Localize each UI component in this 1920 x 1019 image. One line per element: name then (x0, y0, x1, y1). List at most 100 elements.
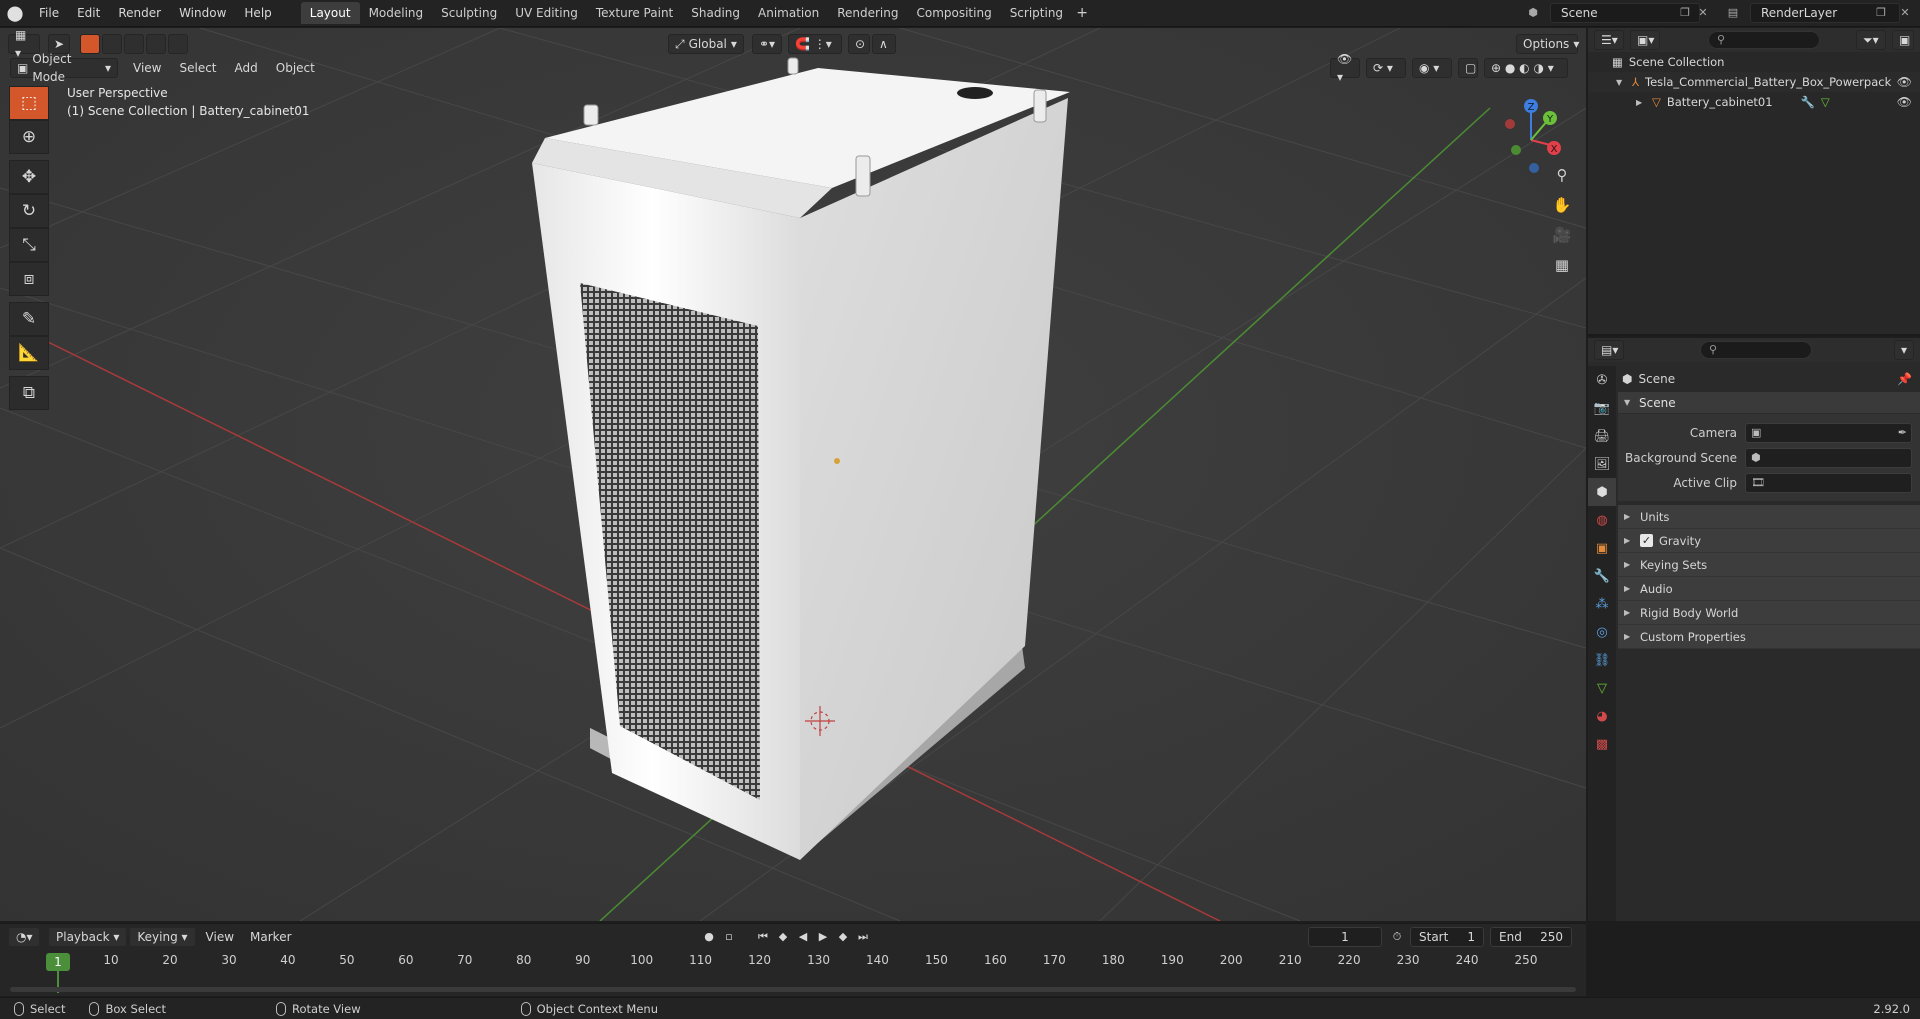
menu-help[interactable]: Help (235, 2, 280, 24)
rotate-tool-icon[interactable]: ↻ (9, 194, 49, 228)
next-keyframe-icon[interactable]: ◆ (834, 927, 852, 947)
scene-selector-icon[interactable]: ⬢ (1524, 4, 1542, 22)
view-layer-selector-icon[interactable]: ▤ (1724, 4, 1742, 22)
modifier-tab-icon[interactable]: 🔧 (1588, 562, 1616, 590)
eye-icon[interactable]: 👁 (1897, 75, 1912, 89)
expand-arrow-icon[interactable]: ▼ (1616, 78, 1626, 87)
texture-tab-icon[interactable]: ▩ (1588, 730, 1616, 758)
menu-window[interactable]: Window (170, 2, 235, 24)
material-tab-icon[interactable]: ◕ (1588, 702, 1616, 730)
pan-hand-icon[interactable]: ✋ (1549, 192, 1575, 218)
prev-keyframe-icon[interactable]: ◆ (774, 927, 792, 947)
data-tab-icon[interactable]: ▽ (1588, 674, 1616, 702)
camera-view-icon[interactable]: 🎥 (1549, 222, 1575, 248)
scene-tab-icon[interactable]: ⬢ (1588, 478, 1616, 506)
physics-tab-icon[interactable]: ◎ (1588, 618, 1616, 646)
scale-tool-icon[interactable]: ⤡ (9, 228, 49, 262)
outliner-editor-type-icon[interactable]: ☰▾ (1594, 30, 1624, 50)
constraints-tab-icon[interactable]: ⛓ (1588, 646, 1616, 674)
filter-icon[interactable]: ⏷▾ (1856, 30, 1886, 50)
jump-end-icon[interactable]: ⏭ (854, 927, 872, 947)
zoom-icon[interactable]: ⚲ (1549, 162, 1575, 188)
camera-field[interactable]: ▣ ✒ (1745, 422, 1912, 443)
tab-layout[interactable]: Layout (300, 2, 360, 24)
modifier-wrench-icon[interactable]: 🔧 (1801, 95, 1815, 109)
start-frame-field[interactable]: Start 1 (1410, 927, 1484, 947)
units-panel-header[interactable]: ▶ Units (1618, 505, 1920, 529)
timeline-scrollbar[interactable] (10, 987, 1576, 992)
play-icon[interactable]: ▶ (814, 927, 832, 947)
mesh-data-icon[interactable]: ▽ (1821, 95, 1830, 109)
menu-file[interactable]: File (30, 2, 68, 24)
outliner-row-object[interactable]: ▶ ▽ Battery_cabinet01 🔧 ▽ 👁 (1588, 92, 1920, 112)
delete-view-layer-icon[interactable]: ✕ (1896, 4, 1914, 22)
auto-key-options-icon[interactable]: ▫ (720, 927, 738, 947)
eye-icon[interactable]: 👁 (1897, 95, 1912, 109)
overlay-toggle[interactable]: ◉ ▾ (1412, 58, 1452, 78)
collapse-arrow-icon[interactable]: ▶ (1636, 98, 1646, 107)
transform-orientation-dropdown[interactable]: ⤢ Global ▾ (668, 34, 744, 54)
particles-tab-icon[interactable]: ⁂ (1588, 590, 1616, 618)
add-workspace-button[interactable]: + (1072, 2, 1092, 24)
object-mode-dropdown[interactable]: ▣ Object Mode ▾ (10, 52, 118, 84)
timeline-editor-type-icon[interactable]: ◔▾ (8, 927, 40, 947)
new-view-layer-icon[interactable]: ❐ (1872, 4, 1890, 22)
viewport-menu-select[interactable]: Select (170, 58, 225, 78)
visibility-dropdown[interactable]: 👁▾ (1330, 52, 1360, 84)
current-frame-marker[interactable]: 1 (46, 953, 70, 971)
gravity-checkbox[interactable]: ✓ (1640, 534, 1653, 547)
object-tab-icon[interactable]: ▣ (1588, 534, 1616, 562)
gizmo-neg-y[interactable] (1511, 145, 1521, 155)
custom-properties-panel-header[interactable]: ▶ Custom Properties (1618, 625, 1920, 649)
end-frame-field[interactable]: End 250 (1490, 927, 1572, 947)
measure-tool-icon[interactable]: 📐 (9, 336, 49, 370)
playback-dropdown[interactable]: Playback ▾ (48, 927, 128, 947)
record-icon[interactable]: ● (700, 927, 718, 947)
outliner-row-collection[interactable]: ▼ ⅄ Tesla_Commercial_Battery_Box_Powerpa… (1588, 72, 1920, 92)
mode-extend-icon[interactable] (102, 34, 122, 54)
tab-animation[interactable]: Animation (749, 2, 828, 24)
blender-logo-icon[interactable]: ⬤ (0, 0, 30, 27)
outliner-row-scene-collection[interactable]: ▦ Scene Collection (1588, 52, 1920, 72)
proportional-edit-icon[interactable]: ⊙ (848, 34, 870, 54)
keying-dropdown[interactable]: Keying ▾ (129, 927, 196, 947)
menu-edit[interactable]: Edit (68, 2, 109, 24)
tab-shading[interactable]: Shading (682, 2, 749, 24)
transform-tool-icon[interactable]: ⧈ (9, 262, 49, 296)
outliner-search-input[interactable]: ⚲ (1708, 31, 1820, 49)
tab-uv-editing[interactable]: UV Editing (506, 2, 587, 24)
mode-subtract-icon[interactable] (124, 34, 144, 54)
tool-tab-icon[interactable]: ✇ (1588, 366, 1616, 394)
properties-search-input[interactable]: ⚲ (1700, 341, 1812, 359)
current-frame-field[interactable]: 1 (1308, 927, 1382, 947)
new-collection-icon[interactable]: ▣ (1892, 30, 1914, 50)
move-tool-icon[interactable]: ✥ (9, 160, 49, 194)
output-tab-icon[interactable]: 🖨 (1588, 422, 1616, 450)
gizmo-neg-x[interactable] (1505, 119, 1515, 129)
new-scene-icon[interactable]: ❐ (1676, 4, 1694, 22)
view-layer-tab-icon[interactable]: 🖼 (1588, 450, 1616, 478)
audio-panel-header[interactable]: ▶ Audio (1618, 577, 1920, 601)
mode-invert-icon[interactable] (146, 34, 166, 54)
shading-mode-buttons[interactable]: ⊕ ● ◐ ◑ ▾ (1484, 58, 1568, 78)
select-box-tool-icon[interactable]: ⬚ (9, 86, 49, 120)
gizmo-neg-z[interactable] (1529, 163, 1539, 173)
viewport-menu-object[interactable]: Object (267, 58, 324, 78)
render-tab-icon[interactable]: 📷 (1588, 394, 1616, 422)
background-scene-field[interactable]: ⬢ (1745, 447, 1912, 468)
xray-toggle-icon[interactable]: ▢ (1458, 58, 1478, 78)
eyedropper-icon[interactable]: ✒ (1898, 424, 1907, 442)
jump-start-icon[interactable]: ⏮ (754, 927, 772, 947)
viewport-menu-view[interactable]: View (124, 58, 170, 78)
3d-viewport[interactable]: ▦ ▾ ➤ ⤢ Global ▾ ⚭▾ 🧲 ⋮▾ ⊙ ∧ Options ▾ ▣… (0, 28, 1586, 921)
pivot-point-dropdown[interactable]: ⚭▾ (752, 34, 782, 54)
timeline-menu-marker[interactable]: Marker (242, 930, 299, 944)
options-dropdown[interactable]: Options ▾ (1516, 34, 1579, 54)
annotate-tool-icon[interactable]: ✎ (9, 302, 49, 336)
tab-sculpting[interactable]: Sculpting (432, 2, 506, 24)
tab-rendering[interactable]: Rendering (828, 2, 907, 24)
mode-intersect-icon[interactable] (168, 34, 188, 54)
viewport-scene[interactable] (0, 28, 1586, 921)
cursor-tool-icon[interactable]: ⊕ (9, 120, 49, 154)
rigid-body-world-panel-header[interactable]: ▶ Rigid Body World (1618, 601, 1920, 625)
